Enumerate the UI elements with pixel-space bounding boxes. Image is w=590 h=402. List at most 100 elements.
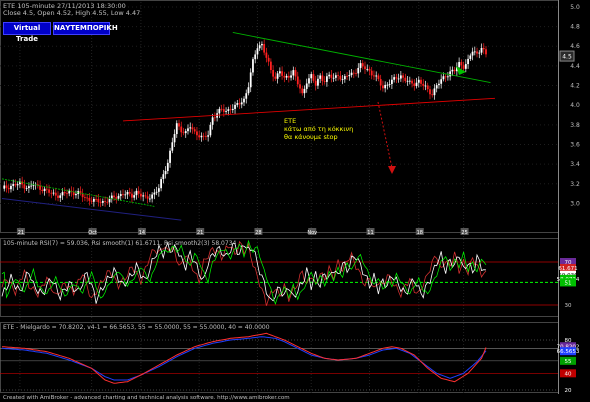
candle-body [59, 195, 62, 198]
chart-canvas: 21 Oct 14 21 28 Nov 11 18 25 5.0 4.8 4.6 4.4 4.2 4.0 3… [0, 0, 590, 402]
candle-body [467, 58, 469, 65]
annotation-line2: κάτω από τη κόκκινη [284, 125, 353, 133]
candle-body [57, 195, 59, 198]
candle-body [424, 85, 427, 87]
candle-body [220, 108, 223, 110]
candle-body [162, 174, 165, 180]
candle-body [126, 191, 129, 195]
candle-body [368, 68, 371, 71]
mg-value-label: 40 [565, 371, 572, 377]
candle-body [151, 194, 154, 199]
candle-body [249, 72, 252, 88]
broker-button[interactable]: ΝΑΥΤΕΜΠΟΡΙΚΗ [53, 22, 118, 35]
candle-body [261, 43, 263, 46]
candle-body [431, 94, 434, 96]
candle-body [462, 65, 465, 69]
candle-body [417, 79, 420, 83]
candle-body [442, 76, 445, 80]
candle-body [202, 135, 205, 137]
candle-body [301, 88, 304, 94]
mg-panel-title: ETE - Mielgardo = 70.8202, v4-1 = 66.565… [3, 324, 270, 331]
price-tick-label: 3.4 [570, 161, 580, 168]
candle-body [207, 135, 210, 137]
candle-body [258, 45, 261, 49]
candle-body [296, 76, 299, 85]
x-tick-label: Oct [88, 230, 97, 236]
candle-body [113, 195, 115, 198]
candle-body [473, 51, 476, 53]
candle-body [382, 85, 384, 89]
candle-body [339, 75, 342, 80]
candle-body [305, 83, 308, 89]
candle-body [166, 162, 169, 171]
candle-body [438, 83, 440, 86]
candle-body [350, 72, 353, 76]
candle-body [99, 202, 102, 203]
candle-body [292, 70, 295, 76]
candle-body [169, 150, 171, 163]
candle-body [173, 134, 176, 143]
candle-body [205, 136, 207, 138]
candle-body [117, 195, 120, 199]
candle-body [370, 70, 373, 76]
candle-body [227, 109, 230, 112]
candle-body [54, 192, 57, 196]
candle-body [240, 102, 243, 105]
candle-body [274, 76, 277, 79]
candle-body [397, 78, 400, 80]
candle-body [252, 59, 254, 73]
candle-body [247, 87, 250, 94]
candle-body [390, 79, 393, 85]
virtual-trade-button[interactable]: Virtual Trade [3, 22, 51, 43]
price-tick-label: 4.0 [570, 102, 580, 109]
candle-body [471, 51, 474, 56]
candle-body [269, 61, 272, 71]
candle-body [377, 75, 380, 80]
candle-body [366, 68, 369, 70]
candle-body [435, 85, 438, 89]
last-price-label: 4.5 [562, 54, 572, 61]
candle-body [209, 124, 212, 136]
candle-body [384, 84, 387, 89]
candle-body [413, 83, 416, 87]
candle-body [476, 51, 478, 54]
candle-body [386, 84, 389, 86]
candle-body [153, 192, 156, 195]
candle-body [7, 187, 10, 190]
candle-body [171, 142, 174, 151]
candle-body [135, 190, 138, 196]
candle-body [225, 111, 227, 112]
candle-body [61, 192, 64, 196]
candle-body [395, 77, 398, 79]
candle-body [379, 79, 382, 86]
candle-body [243, 98, 245, 103]
candle-body [142, 195, 145, 197]
candle-body [460, 62, 463, 66]
candle-body [422, 83, 425, 86]
candle-body [196, 131, 198, 136]
candle-body [355, 73, 357, 75]
price-tick-label: 4.4 [570, 63, 580, 70]
candle-body [464, 64, 467, 69]
candle-body [341, 79, 344, 81]
candle-body [12, 184, 15, 186]
x-tick-label: Nov [307, 230, 317, 236]
rsi-value-label: 30 [565, 303, 572, 309]
candle-body [308, 78, 310, 84]
rsi-value-label: 51 [565, 280, 572, 286]
candle-body [108, 198, 111, 203]
candle-body [415, 82, 418, 87]
candle-body [5, 185, 8, 188]
candle-body [440, 79, 443, 84]
candle-body [137, 190, 140, 194]
candle-body [146, 196, 149, 199]
candle-body [106, 201, 109, 203]
price-tick-label: 4.6 [570, 43, 580, 50]
candle-body [453, 69, 456, 72]
candle-body [66, 193, 68, 195]
candle-body [30, 185, 33, 187]
candle-body [254, 54, 257, 60]
candle-body [45, 188, 48, 190]
candle-body [182, 132, 185, 134]
candle-body [482, 47, 485, 50]
